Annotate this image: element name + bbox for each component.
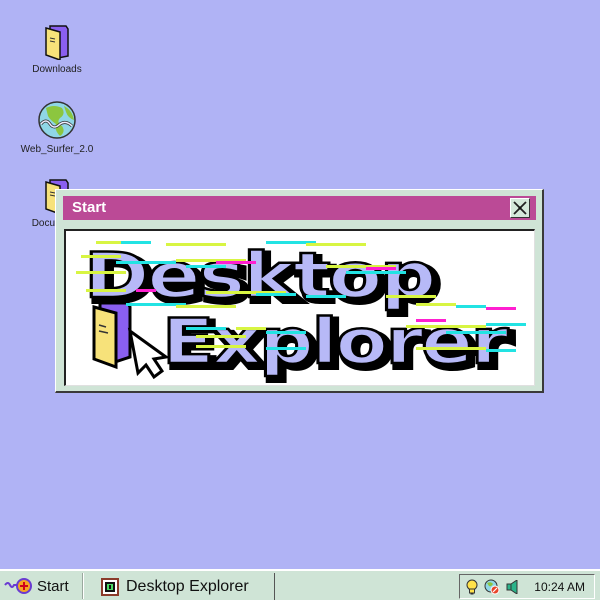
glitch-streak bbox=[446, 331, 506, 334]
system-tray: 10:24 AM bbox=[459, 574, 595, 599]
glitch-streak bbox=[236, 327, 266, 330]
start-label: Start bbox=[37, 577, 69, 595]
close-icon bbox=[513, 201, 527, 215]
close-button[interactable] bbox=[510, 198, 530, 218]
start-button[interactable]: Start bbox=[4, 574, 69, 598]
glitch-streak bbox=[416, 303, 456, 306]
glitch-streak bbox=[81, 255, 121, 258]
window-content: Desktop Desktop Explorer Explorer bbox=[64, 229, 535, 386]
desktop-icon-label: Web_Surfer_2.0 bbox=[20, 144, 94, 155]
glitch-streak bbox=[186, 265, 226, 268]
glitch-streak bbox=[86, 289, 126, 292]
glitch-streak bbox=[116, 261, 176, 264]
taskbar-separator bbox=[82, 573, 84, 599]
folder-icon bbox=[45, 25, 69, 60]
glitch-streak bbox=[406, 325, 486, 328]
lightbulb-icon[interactable] bbox=[466, 579, 478, 595]
task-button-desktop-explorer[interactable]: Desktop Explorer bbox=[100, 573, 275, 600]
desktop-explorer-logo: Desktop Desktop Explorer Explorer bbox=[76, 238, 526, 385]
glitch-streak bbox=[216, 261, 256, 264]
glitch-streak bbox=[346, 271, 406, 274]
cursor-arrow-icon bbox=[127, 327, 170, 380]
logo-line-2: Explorer Explorer bbox=[161, 304, 518, 385]
glitch-streak bbox=[456, 305, 486, 308]
glitch-streak bbox=[306, 243, 366, 246]
glitch-streak bbox=[186, 327, 226, 330]
glitch-streak bbox=[266, 347, 306, 350]
desktop-explorer-icon bbox=[101, 577, 119, 596]
glitch-streak bbox=[366, 267, 396, 270]
task-label: Desktop Explorer bbox=[126, 577, 249, 595]
speaker-icon[interactable] bbox=[506, 579, 522, 594]
start-logo-icon bbox=[4, 578, 32, 594]
glitch-streak bbox=[416, 319, 446, 322]
glitch-streak bbox=[76, 271, 126, 274]
desktop-icon-downloads[interactable]: Downloads bbox=[17, 24, 97, 75]
globe-icon bbox=[38, 101, 76, 139]
clock[interactable]: 10:24 AM bbox=[534, 580, 585, 594]
taskbar: Start Desktop Explorer 10:24 AM bbox=[0, 569, 600, 600]
glitch-streak bbox=[486, 323, 526, 326]
glitch-streak bbox=[196, 345, 246, 348]
glitch-streak bbox=[176, 305, 236, 308]
glitch-streak bbox=[266, 331, 306, 334]
glitch-streak bbox=[386, 295, 436, 298]
window-title: Start bbox=[72, 199, 107, 216]
logo-text-desktop: Desktop bbox=[84, 239, 434, 312]
glitch-streak bbox=[136, 289, 156, 292]
folder-icon bbox=[92, 301, 132, 370]
glitch-streak bbox=[416, 347, 486, 350]
glitch-streak bbox=[121, 241, 151, 244]
glitch-streak bbox=[166, 243, 226, 246]
glitch-streak bbox=[306, 295, 346, 298]
network-globe-icon[interactable] bbox=[484, 579, 500, 595]
glitch-streak bbox=[256, 293, 296, 296]
logo-text-explorer: Explorer bbox=[162, 305, 509, 378]
start-window: Start Desktop Desktop Explorer Explorer bbox=[55, 189, 544, 393]
desktop-icon-label: Downloads bbox=[32, 64, 82, 75]
window-titlebar[interactable]: Start bbox=[63, 196, 536, 220]
glitch-streak bbox=[486, 349, 516, 352]
desktop-icon-web-surfer[interactable]: Web_Surfer_2.0 bbox=[17, 100, 97, 155]
glitch-streak bbox=[196, 335, 246, 338]
glitch-streak bbox=[486, 307, 516, 310]
